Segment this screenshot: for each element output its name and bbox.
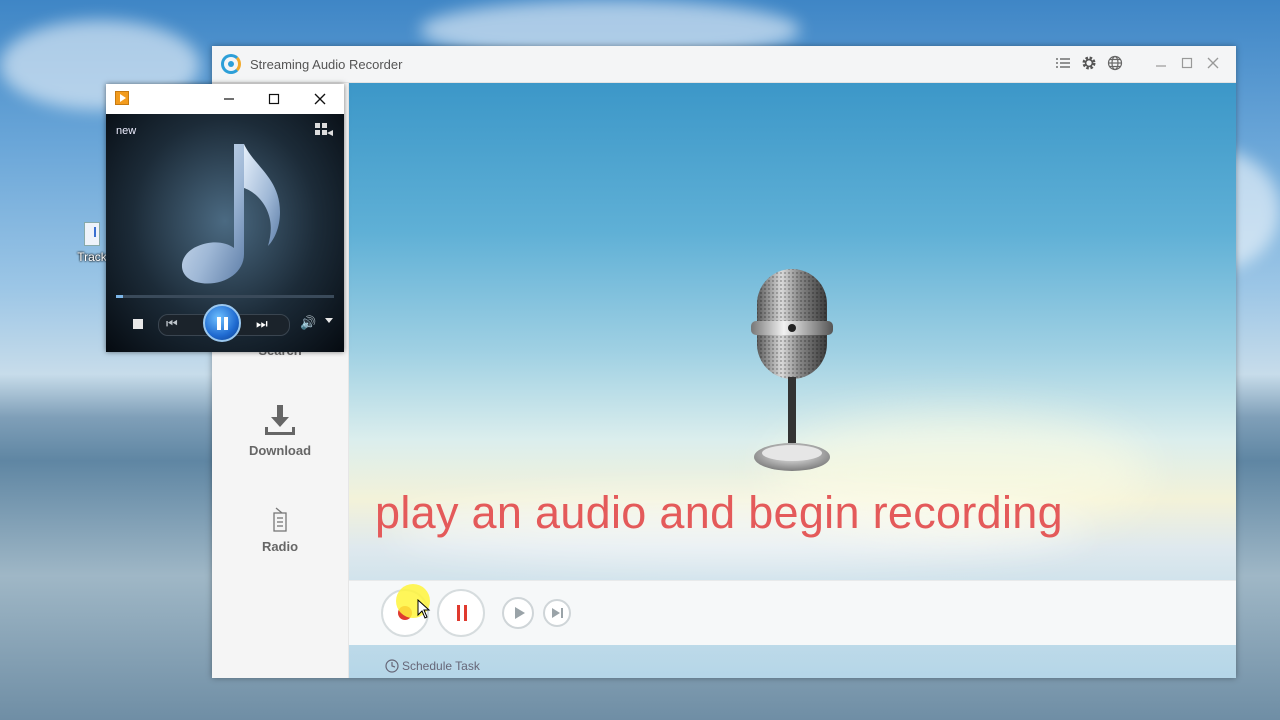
settings-icon[interactable] — [1080, 54, 1098, 72]
instruction-caption: play an audio and begin recording — [375, 487, 1063, 538]
file-icon — [84, 222, 100, 246]
radio-icon — [273, 507, 287, 532]
music-note-icon — [181, 144, 280, 284]
player-seek-fill — [116, 295, 123, 298]
microphone-icon — [751, 269, 833, 471]
player-maximize-icon[interactable] — [263, 89, 285, 109]
sidebar-item-radio[interactable]: Radio — [212, 507, 348, 554]
media-player-window: new ⏮ ⏭ 🔊 — [106, 84, 344, 352]
pause-button[interactable] — [437, 589, 485, 637]
recorder-window: Streaming Audio Recorder Se — [212, 46, 1236, 678]
maximize-icon[interactable] — [1178, 54, 1196, 72]
close-icon[interactable] — [1204, 54, 1222, 72]
media-player-app-icon — [115, 91, 129, 105]
sidebar-item-label: Radio — [261, 539, 299, 554]
player-pause-button[interactable] — [203, 304, 241, 342]
app-logo-icon — [221, 54, 241, 74]
titlebar: Streaming Audio Recorder — [212, 46, 1236, 83]
player-previous-button[interactable]: ⏮ — [166, 316, 178, 332]
download-icon — [265, 405, 295, 435]
schedule-task-link[interactable]: Schedule Task — [385, 659, 480, 673]
sidebar-item-download[interactable]: Download — [212, 403, 348, 458]
mouse-cursor-icon — [417, 599, 431, 619]
language-icon[interactable] — [1106, 54, 1124, 72]
recorder-main-panel: play an audio and begin recording Schedu… — [349, 83, 1236, 678]
recording-controls — [349, 580, 1236, 645]
player-volume-icon[interactable]: 🔊 — [300, 315, 316, 331]
menu-icon[interactable] — [1054, 54, 1072, 72]
sidebar-item-label: Download — [248, 443, 312, 458]
window-title: Streaming Audio Recorder — [250, 57, 403, 72]
player-seek-bar[interactable] — [116, 295, 334, 298]
player-next-button[interactable]: ⏭ — [256, 316, 268, 332]
player-stop-button[interactable] — [133, 319, 143, 329]
switch-to-library-icon[interactable] — [314, 122, 334, 138]
skip-next-button[interactable] — [543, 599, 571, 627]
play-button[interactable] — [502, 597, 534, 629]
player-volume-dropdown[interactable] — [325, 318, 333, 323]
clock-icon — [385, 659, 399, 673]
player-body: new ⏮ ⏭ 🔊 — [106, 114, 344, 352]
minimize-icon[interactable] — [1152, 54, 1170, 72]
player-close-icon[interactable] — [309, 89, 331, 109]
player-titlebar — [106, 84, 344, 114]
player-minimize-icon[interactable] — [218, 89, 240, 109]
schedule-task-label: Schedule Task — [402, 659, 480, 673]
now-playing-title: new — [116, 125, 137, 137]
